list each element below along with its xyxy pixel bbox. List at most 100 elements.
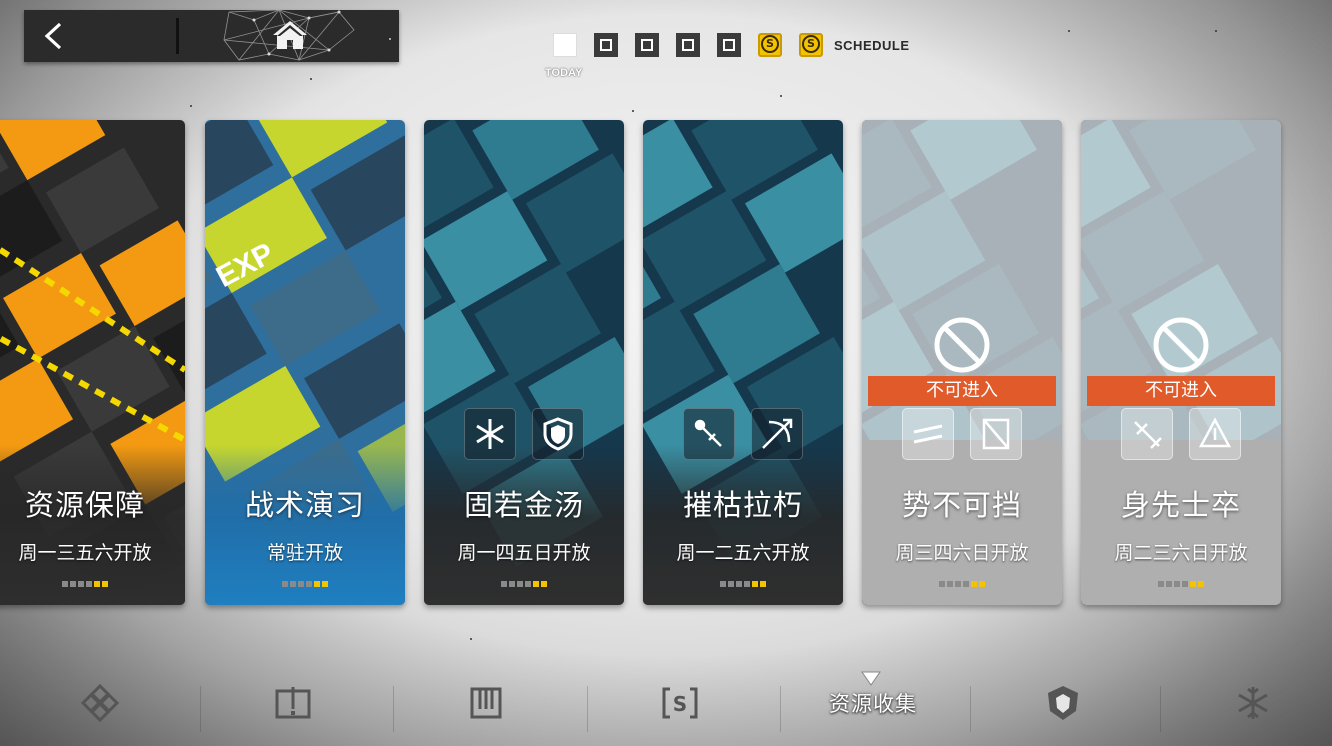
progress-dot [102, 581, 108, 587]
card-open-days: 周一二五六开放 [676, 542, 810, 564]
card-title: 固若金汤 [463, 488, 584, 522]
progress-dot [760, 581, 766, 587]
card-progress-dots [1081, 581, 1281, 587]
progress-dot [282, 581, 288, 587]
card-tactical-drill[interactable]: EXP 战术演习 常驻开放 [205, 120, 405, 605]
skill-slot [532, 408, 584, 460]
card-progress-dots [0, 581, 185, 587]
progress-dot [322, 581, 328, 587]
slash-icon [913, 424, 943, 444]
schedule-day-bonus[interactable]: S [799, 33, 823, 57]
door-icon [982, 418, 1010, 450]
progress-dot [947, 581, 953, 587]
locked-banner: 不可进入 [1087, 376, 1275, 406]
active-tab-pointer-icon [861, 671, 881, 686]
skill-slot [751, 408, 803, 460]
schedule-label: SCHEDULE [834, 37, 910, 53]
nav-divider [780, 686, 781, 732]
skill-slot [902, 408, 954, 460]
chevron-left-icon [44, 22, 62, 50]
schedule-day-today[interactable] [553, 33, 577, 57]
progress-dot [298, 581, 304, 587]
progress-dot [720, 581, 726, 587]
card-title: 资源保障 [24, 488, 145, 522]
texture-speck [190, 105, 192, 107]
locked-banner: 不可进入 [868, 376, 1056, 406]
schedule-day[interactable] [676, 33, 700, 57]
back-button[interactable] [24, 10, 176, 62]
nav-item-diamond[interactable] [10, 668, 190, 738]
nav-divider [200, 686, 201, 732]
skill-slot [464, 408, 516, 460]
progress-dot [955, 581, 961, 587]
progress-dot [70, 581, 76, 587]
card-progress-dots [862, 581, 1062, 587]
home-button[interactable] [179, 10, 399, 62]
progress-dot [86, 581, 92, 587]
progress-dot [728, 581, 734, 587]
card-open-days: 周三四六日开放 [895, 542, 1029, 564]
progress-dot [979, 581, 985, 587]
progress-dot [971, 581, 977, 587]
card-open-days: 周一三五六开放 [18, 542, 152, 564]
progress-dot [62, 581, 68, 587]
schedule-day[interactable] [717, 33, 741, 57]
bracket-s-icon: S [662, 687, 698, 719]
progress-dot [752, 581, 758, 587]
schedule-day[interactable] [594, 33, 618, 57]
triangle-icon [1198, 417, 1232, 448]
home-icon [273, 21, 307, 49]
card-vanguard[interactable]: 不可进入 身先士卒 周二三六日开放 [1081, 120, 1281, 605]
card-progress-dots [643, 581, 843, 587]
nav-divider [1160, 686, 1161, 732]
card-title: 势不可挡 [901, 488, 1022, 522]
nav-item-missions[interactable] [203, 668, 383, 738]
progress-dot [744, 581, 750, 587]
shield-icon [543, 417, 573, 451]
progress-dot [939, 581, 945, 587]
progress-dot [1190, 581, 1196, 587]
progress-dot [736, 581, 742, 587]
skill-slot [683, 408, 735, 460]
nav-item-gate[interactable] [396, 668, 576, 738]
texture-speck [1068, 30, 1070, 32]
skill-slot [970, 408, 1022, 460]
card-title: 战术演习 [244, 488, 365, 522]
progress-dot [78, 581, 84, 587]
bow-arrow-icon [762, 418, 793, 449]
texture-speck [1215, 30, 1217, 32]
bonus-coin-icon: S [802, 35, 820, 53]
card-progress-dots [424, 581, 624, 587]
nav-active-label: 资源收集 [829, 692, 917, 716]
skill-slot [1189, 408, 1241, 460]
today-label: TODAY [545, 67, 583, 79]
card-unstoppable[interactable]: 不可进入 势不可挡 周三四六日开放 [862, 120, 1062, 605]
bottom-nav: S 资源收集 [0, 668, 1332, 746]
card-open-days: 周一四五日开放 [457, 542, 591, 564]
progress-dot [525, 581, 531, 587]
svg-text:S: S [673, 692, 687, 716]
gate-icon [470, 687, 502, 719]
progress-dot [290, 581, 296, 587]
texture-speck [632, 110, 634, 112]
snowflake-icon [1238, 687, 1268, 719]
nav-divider [970, 686, 971, 732]
nav-divider [393, 686, 394, 732]
card-open-days: 常驻开放 [266, 542, 343, 564]
card-open-days: 周二三六日开放 [1114, 542, 1248, 564]
texture-speck [470, 638, 472, 640]
nav-item-shield[interactable] [973, 668, 1153, 738]
card-resource-guarantee[interactable]: 资源保障 周一三五六开放 [0, 120, 185, 605]
card-impregnable[interactable]: 固若金汤 周一四五日开放 [424, 120, 624, 605]
card-devastation[interactable]: 摧枯拉朽 周一二五六开放 [643, 120, 843, 605]
texture-speck [389, 38, 391, 40]
nav-item-supply[interactable]: S [590, 668, 770, 738]
diamond-cluster-icon [80, 683, 120, 723]
progress-dot [1158, 581, 1164, 587]
progress-dot [1198, 581, 1204, 587]
nav-item-snowflake[interactable] [1163, 668, 1332, 738]
card-title: 身先士卒 [1120, 488, 1241, 522]
schedule-day-bonus[interactable]: S [758, 33, 782, 57]
card-progress-dots [205, 581, 405, 587]
schedule-day[interactable] [635, 33, 659, 57]
